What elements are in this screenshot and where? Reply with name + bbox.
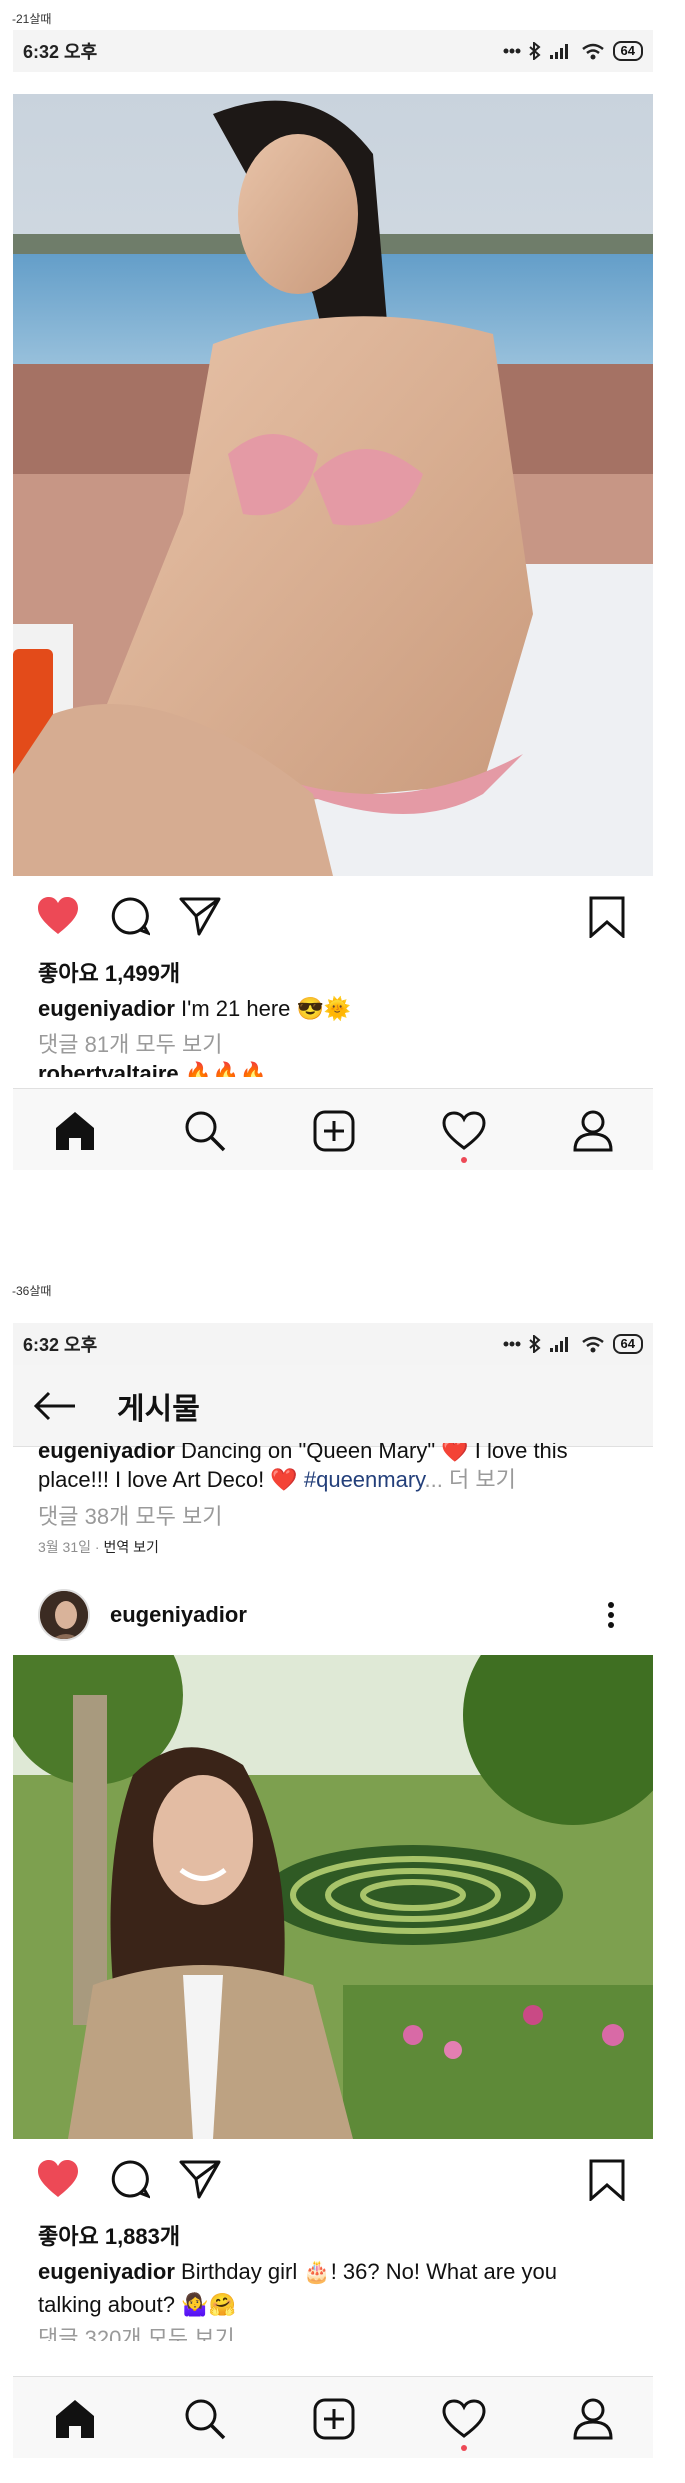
nav-search[interactable] bbox=[181, 1107, 229, 1155]
nav-home[interactable] bbox=[51, 2395, 99, 2443]
prev-post-meta: 3월 31일 · 번역 보기 bbox=[38, 1539, 159, 1555]
heart-icon[interactable] bbox=[37, 2159, 79, 2199]
view-comments-link[interactable]: 댓글 81개 모두 보기 bbox=[13, 1027, 653, 1059]
post-image bbox=[13, 94, 653, 876]
share-icon[interactable] bbox=[179, 896, 221, 936]
status-bar: 6:32 오후 64 bbox=[13, 1323, 653, 1365]
heart-icon[interactable] bbox=[37, 896, 79, 936]
prev-more-link[interactable]: ... 더 보기 bbox=[425, 1467, 516, 1492]
battery-indicator: 64 bbox=[612, 1334, 643, 1354]
activity-dot bbox=[461, 1157, 467, 1163]
add-icon bbox=[313, 1110, 355, 1152]
next-comment-text: 🔥🔥🔥 bbox=[184, 1061, 267, 1077]
screenshot-1: 6:32 오후 64 좋아요 1,499개 eugeniyadior I'm 2… bbox=[13, 30, 653, 1170]
activity-icon bbox=[442, 2399, 486, 2438]
post-actions bbox=[13, 876, 653, 956]
post-header-bar: 게시물 bbox=[13, 1365, 653, 1447]
signal-icon bbox=[549, 44, 568, 59]
post-photo[interactable] bbox=[13, 94, 653, 876]
post-actions bbox=[13, 2139, 653, 2219]
prev-caption-user[interactable]: eugeniyadior bbox=[38, 1443, 175, 1463]
prev-hashtag[interactable]: #queenmary bbox=[304, 1467, 425, 1492]
prev-comments-link[interactable]: 댓글 38개 모두 보기 bbox=[13, 1499, 653, 1531]
caption-text-line2: talking about? 🤷‍♀️🤗 bbox=[38, 2292, 236, 2317]
signal-icon bbox=[549, 1337, 568, 1352]
nav-profile[interactable] bbox=[569, 2395, 617, 2443]
nav-activity[interactable] bbox=[440, 2395, 488, 2443]
caption-text: Birthday girl 🎂! 36? No! What are you bbox=[181, 2259, 557, 2284]
share-icon[interactable] bbox=[179, 2159, 221, 2199]
comment-icon[interactable] bbox=[110, 2159, 150, 2199]
prev-caption-text: Dancing on "Queen Mary" ❤️ I love this bbox=[181, 1443, 568, 1463]
status-time: 6:32 오후 bbox=[23, 1335, 98, 1355]
prev-post-date: 3월 31일 bbox=[38, 1539, 92, 1555]
post-profile-row: eugeniyadior bbox=[13, 1575, 653, 1655]
wifi-icon bbox=[581, 43, 604, 60]
page-title: 게시물 bbox=[117, 1392, 200, 1426]
back-arrow-icon[interactable] bbox=[33, 1391, 77, 1421]
nav-add[interactable] bbox=[310, 1107, 358, 1155]
likes-count[interactable]: 좋아요 1,499개 bbox=[13, 956, 653, 988]
bottom-nav bbox=[13, 2376, 653, 2458]
screenshot-2: 6:32 오후 64 게시물 eugeniyadior Dancing on "… bbox=[13, 1323, 653, 2463]
search-icon bbox=[185, 2399, 226, 2440]
next-comment-user[interactable]: robertvaltaire bbox=[38, 1061, 179, 1077]
nav-home[interactable] bbox=[51, 1107, 99, 1155]
feed-gap bbox=[13, 72, 653, 94]
caption-username[interactable]: eugeniyadior bbox=[38, 2259, 175, 2284]
bookmark-icon[interactable] bbox=[589, 896, 625, 938]
translate-link[interactable]: 번역 보기 bbox=[103, 1539, 158, 1555]
more-icon[interactable] bbox=[607, 1601, 615, 1629]
wifi-icon bbox=[581, 1336, 604, 1353]
dots-icon bbox=[503, 1341, 521, 1347]
caption-username[interactable]: eugeniyadior bbox=[38, 996, 175, 1021]
bookmark-icon[interactable] bbox=[589, 2159, 625, 2201]
nav-add[interactable] bbox=[310, 2395, 358, 2443]
activity-icon bbox=[442, 1111, 486, 1150]
home-icon bbox=[56, 2400, 94, 2438]
age-caption-bottom: -36살때 bbox=[12, 1284, 52, 1298]
post-caption: eugeniyadior I'm 21 here 😎🌞 bbox=[13, 992, 653, 1025]
profile-icon bbox=[573, 2398, 613, 2440]
status-icons: 64 bbox=[503, 1334, 643, 1354]
nav-profile[interactable] bbox=[569, 1107, 617, 1155]
status-icons: 64 bbox=[503, 41, 643, 61]
prev-caption-line2-text: place!!! I love Art Deco! ❤️ bbox=[38, 1467, 298, 1492]
avatar-image bbox=[40, 1591, 88, 1639]
activity-dot bbox=[461, 2445, 467, 2451]
nav-search[interactable] bbox=[181, 2395, 229, 2443]
post-username[interactable]: eugeniyadior bbox=[110, 1602, 247, 1628]
search-icon bbox=[185, 1111, 226, 1152]
battery-indicator: 64 bbox=[612, 41, 643, 61]
bluetooth-icon bbox=[528, 1335, 541, 1353]
nav-activity[interactable] bbox=[440, 1107, 488, 1155]
caption-text: I'm 21 here 😎🌞 bbox=[181, 996, 352, 1021]
status-time: 6:32 오후 bbox=[23, 42, 98, 62]
comment-icon[interactable] bbox=[110, 896, 150, 936]
next-comment-peek: robertvaltaire 🔥🔥🔥 bbox=[13, 1061, 653, 1077]
bottom-nav bbox=[13, 1088, 653, 1170]
post-photo[interactable] bbox=[13, 1655, 653, 2139]
add-icon bbox=[313, 2398, 355, 2440]
likes-count[interactable]: 좋아요 1,883개 bbox=[13, 2219, 653, 2251]
age-caption-top: -21살때 bbox=[12, 12, 52, 26]
status-bar: 6:32 오후 64 bbox=[13, 30, 653, 72]
home-icon bbox=[56, 1112, 94, 1150]
avatar[interactable] bbox=[38, 1589, 90, 1641]
view-comments-link[interactable]: 댓글 320개 모두 보기 bbox=[13, 2321, 653, 2341]
prev-caption-peek: eugeniyadior Dancing on "Queen Mary" ❤️ … bbox=[13, 1443, 653, 1465]
profile-icon bbox=[573, 1110, 613, 1152]
post-caption: eugeniyadior Birthday girl 🎂! 36? No! Wh… bbox=[13, 2255, 653, 2321]
dots-icon bbox=[503, 48, 521, 54]
prev-caption-line2: place!!! I love Art Deco! ❤️ #queenmary.… bbox=[13, 1465, 653, 1495]
post-image bbox=[13, 1655, 653, 2139]
bluetooth-icon bbox=[528, 42, 541, 60]
